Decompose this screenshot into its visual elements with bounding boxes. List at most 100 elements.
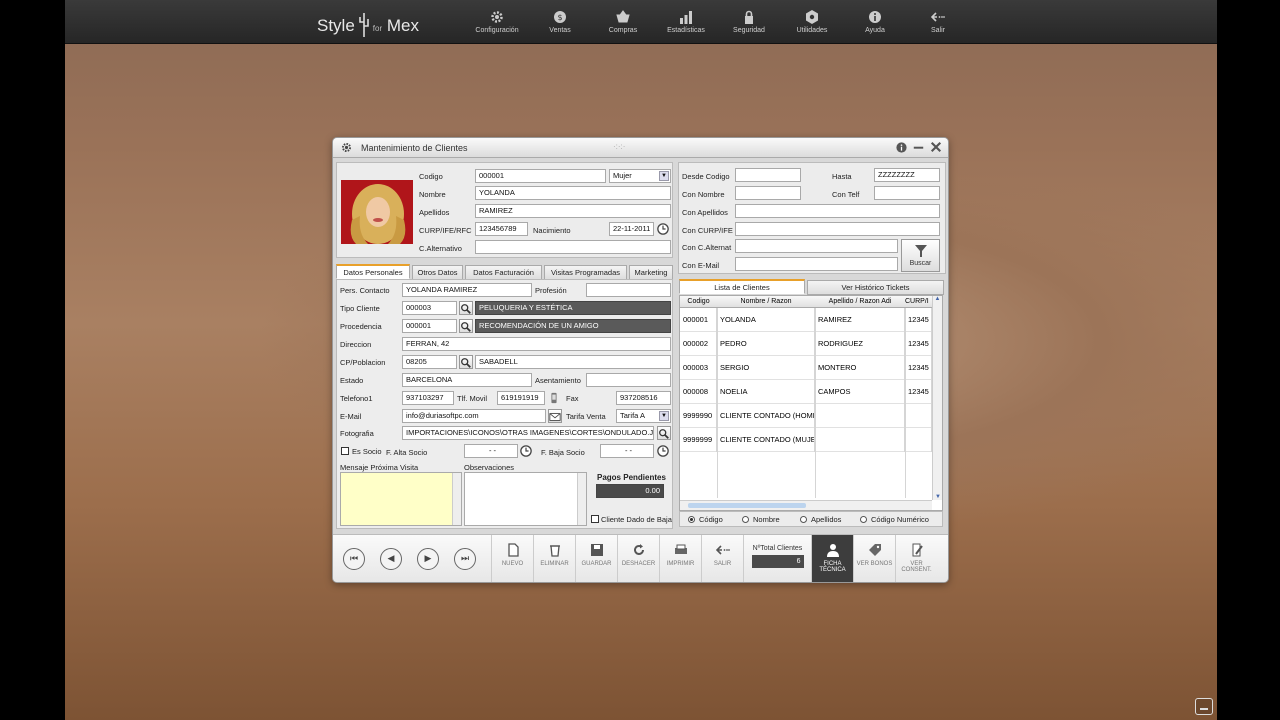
chevron-down-icon[interactable]: ▼ (933, 494, 942, 500)
ver-consent-button[interactable]: VER CONSENT. (895, 535, 937, 582)
menu-ventas[interactable]: $ Ventas (525, 10, 595, 34)
es-socio-checkbox[interactable] (341, 447, 349, 455)
menu-ayuda[interactable]: Ayuda (840, 10, 910, 34)
con-alt-field[interactable] (735, 239, 898, 253)
vertical-scrollbar[interactable]: ▲ ▼ (932, 296, 942, 500)
baja-socio-field[interactable]: - - (600, 444, 654, 458)
cp-search-button[interactable] (459, 355, 473, 369)
telefono-field[interactable]: 937103297 (402, 391, 454, 405)
contacto-field[interactable]: YOLANDA RAMIREZ (402, 283, 532, 297)
mensaje-textarea[interactable] (340, 472, 462, 526)
ficha-tecnica-button[interactable]: FICHA TÉCNICA (811, 535, 853, 582)
imprimir-button[interactable]: IMPRIMIR (659, 535, 701, 582)
tab-visitas-programadas[interactable]: Visitas Programadas (544, 265, 627, 280)
eliminar-button[interactable]: ELIMINAR (533, 535, 575, 582)
sort-codigo-radio[interactable]: Código (688, 515, 723, 524)
con-email-field[interactable] (735, 257, 898, 271)
nombre-field[interactable]: YOLANDA (475, 186, 671, 200)
menu-utilidades[interactable]: Utilidades (777, 10, 847, 34)
menu-compras[interactable]: Compras (588, 10, 658, 34)
clock-icon[interactable] (657, 445, 669, 457)
con-apellidos-field[interactable] (735, 204, 940, 218)
procedencia-code[interactable]: 000001 (402, 319, 457, 333)
email-send-button[interactable] (548, 409, 562, 423)
foto-search-button[interactable] (657, 426, 671, 440)
chevron-up-icon[interactable]: ▲ (933, 296, 942, 302)
alternativo-field[interactable] (475, 240, 671, 254)
menu-salir[interactable]: Salir (903, 10, 973, 34)
menu-seguridad[interactable]: Seguridad (714, 10, 784, 34)
ver-bonos-button[interactable]: VER BONOS (853, 535, 895, 582)
observaciones-textarea[interactable] (464, 472, 587, 526)
buscar-button[interactable]: Buscar (901, 239, 940, 272)
nacimiento-field[interactable]: 22-11-2011 (609, 222, 654, 236)
tab-marketing[interactable]: Marketing (629, 265, 673, 280)
alta-socio-field[interactable]: - - (464, 444, 518, 458)
tarifa-select[interactable]: Tarifa A ▼ (616, 409, 671, 423)
last-record-button[interactable]: ⏭ (454, 548, 476, 570)
deshacer-button[interactable]: DESHACER (617, 535, 659, 582)
apellidos-field[interactable]: RAMIREZ (475, 204, 671, 218)
email-field[interactable]: info@duriasoftpc.com (402, 409, 546, 423)
clock-icon[interactable] (520, 445, 532, 457)
table-row[interactable]: 000008 NOELIA CAMPOS 12345 (680, 380, 932, 404)
scroll-thumb[interactable] (688, 503, 806, 508)
cp-field[interactable]: 08205 (402, 355, 457, 369)
next-record-button[interactable]: ▶ (417, 548, 439, 570)
tab-datos-facturacion[interactable]: Datos Facturación (465, 265, 542, 280)
menu-estadisticas[interactable]: Estadísticas (651, 10, 721, 34)
desde-field[interactable] (735, 168, 801, 182)
guardar-button[interactable]: GUARDAR (575, 535, 617, 582)
curp-field[interactable]: 123456789 (475, 222, 528, 236)
salir-button[interactable]: SALIR (701, 535, 743, 582)
sort-codigo-numerico-radio[interactable]: Código Numérico (860, 515, 929, 524)
scrollbar[interactable] (452, 473, 461, 525)
clock-icon[interactable] (657, 223, 669, 235)
table-row[interactable]: 000002 PEDRO RODRIGUEZ 12345 (680, 332, 932, 356)
fotografia-field[interactable]: IMPORTACIONES\ICONOS\OTRAS IMAGENES\CORT… (402, 426, 654, 440)
hasta-field[interactable]: ZZZZZZZZ (874, 168, 940, 182)
menu-configuracion[interactable]: Configuración (462, 10, 532, 34)
poblacion-field[interactable]: SABADELL (475, 355, 671, 369)
gender-select[interactable]: Mujer ▼ (609, 169, 671, 183)
col-apellido[interactable]: Apellido / Razon Adi (815, 298, 905, 305)
col-nombre[interactable]: Nombre / Razon (717, 298, 815, 305)
profesion-field[interactable] (586, 283, 671, 297)
sort-nombre-radio[interactable]: Nombre (742, 515, 780, 524)
previous-record-button[interactable]: ◀ (380, 548, 402, 570)
tab-otros-datos[interactable]: Otros Datos (412, 265, 463, 280)
tipo-cliente-code[interactable]: 000003 (402, 301, 457, 315)
fax-field[interactable]: 937208516 (616, 391, 671, 405)
estado-field[interactable]: BARCELONA (402, 373, 532, 387)
close-icon[interactable] (930, 141, 942, 153)
drag-handle[interactable]: ·:·:· (613, 142, 625, 151)
scrollbar[interactable] (577, 473, 586, 525)
con-nombre-field[interactable] (735, 186, 801, 200)
window-titlebar[interactable]: Mantenimiento de Clientes ·:·:· (333, 138, 948, 158)
tipo-search-button[interactable] (459, 301, 473, 315)
table-row[interactable]: 000001 YOLANDA RAMIREZ 12345 (680, 308, 932, 332)
tab-lista-clientes[interactable]: Lista de Clientes (679, 279, 805, 294)
con-curp-field[interactable] (735, 222, 940, 236)
dado-baja-checkbox[interactable] (591, 515, 599, 523)
col-codigo[interactable]: Codigo (680, 298, 717, 305)
movil-field[interactable]: 619191919 (497, 391, 545, 405)
first-record-button[interactable]: ⏮ (343, 548, 365, 570)
codigo-field[interactable]: 000001 (475, 169, 606, 183)
phone-icon[interactable] (549, 392, 559, 404)
nuevo-button[interactable]: NUEVO (491, 535, 533, 582)
procedencia-search-button[interactable] (459, 319, 473, 333)
asentamiento-field[interactable] (586, 373, 671, 387)
sort-apellidos-radio[interactable]: Apellidos (800, 515, 841, 524)
horizontal-scrollbar[interactable] (680, 500, 932, 510)
fullscreen-button[interactable] (1195, 698, 1213, 715)
table-row[interactable]: 9999999 CLIENTE CONTADO (MUJER) (680, 428, 932, 452)
minimize-icon[interactable] (913, 142, 924, 153)
table-row[interactable]: 000003 SERGIO MONTERO 12345 (680, 356, 932, 380)
direccion-field[interactable]: FERRAN, 42 (402, 337, 671, 351)
tab-historico-tickets[interactable]: Ver Histórico Tickets (807, 280, 944, 295)
tab-datos-personales[interactable]: Datos Personales (336, 264, 410, 279)
con-telf-field[interactable] (874, 186, 940, 200)
col-curp[interactable]: CURP/I (905, 298, 932, 305)
info-icon[interactable] (896, 142, 907, 153)
